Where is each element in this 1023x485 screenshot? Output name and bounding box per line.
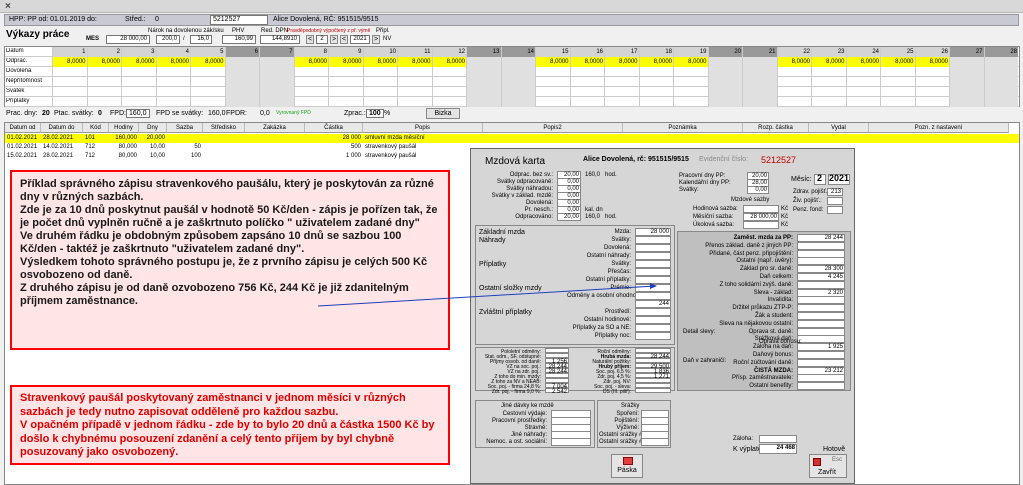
annotation-arrow [317, 283, 657, 307]
application-window: × HPP: PP od: 01.01.2019 do: Střed.: 0 5… [0, 0, 1023, 485]
annotation-arrow-head [650, 283, 657, 289]
annotation-arrow-line [317, 285, 656, 307]
